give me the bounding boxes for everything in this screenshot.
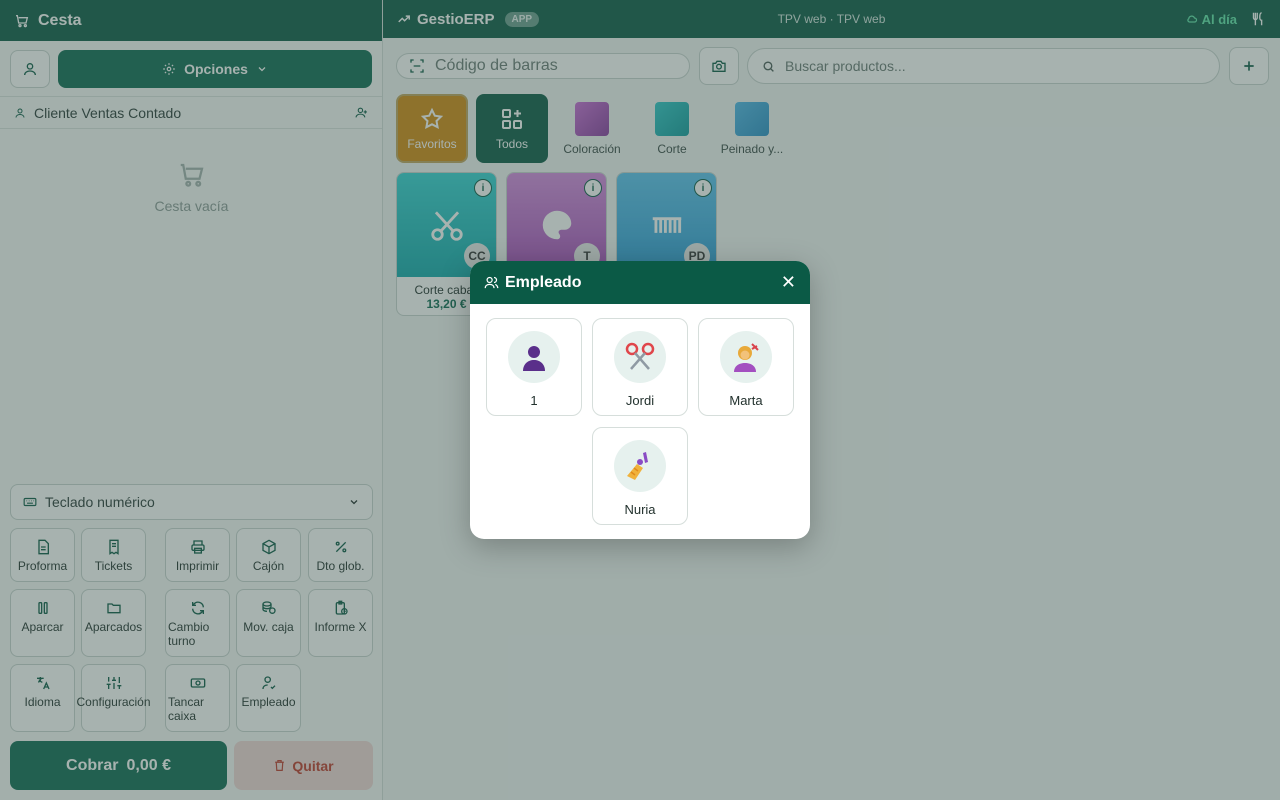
employee-name: Nuria	[624, 502, 656, 517]
modal-header: Empleado ✕	[470, 261, 810, 304]
hairdresser-icon	[734, 343, 759, 372]
close-icon[interactable]: ✕	[781, 272, 796, 293]
employee-name: Marta	[729, 393, 763, 408]
employee-name: 1	[530, 393, 538, 408]
scissors-icon	[625, 342, 655, 370]
employee-modal: Empleado ✕ 1 Jordi Marta Nuria	[470, 261, 810, 539]
modal-title: Empleado	[505, 273, 582, 291]
employee-option[interactable]: Jordi	[592, 318, 688, 416]
users-icon	[484, 276, 499, 289]
employee-name: Jordi	[625, 393, 655, 408]
nail-polish-icon	[627, 452, 648, 480]
avatar	[614, 331, 666, 383]
avatar	[508, 331, 560, 383]
avatar	[720, 331, 772, 383]
person-icon	[523, 346, 545, 371]
avatar	[614, 440, 666, 492]
employee-option[interactable]: Marta	[698, 318, 794, 416]
employee-option[interactable]: 1	[486, 318, 582, 416]
employee-option[interactable]: Nuria	[592, 427, 688, 525]
